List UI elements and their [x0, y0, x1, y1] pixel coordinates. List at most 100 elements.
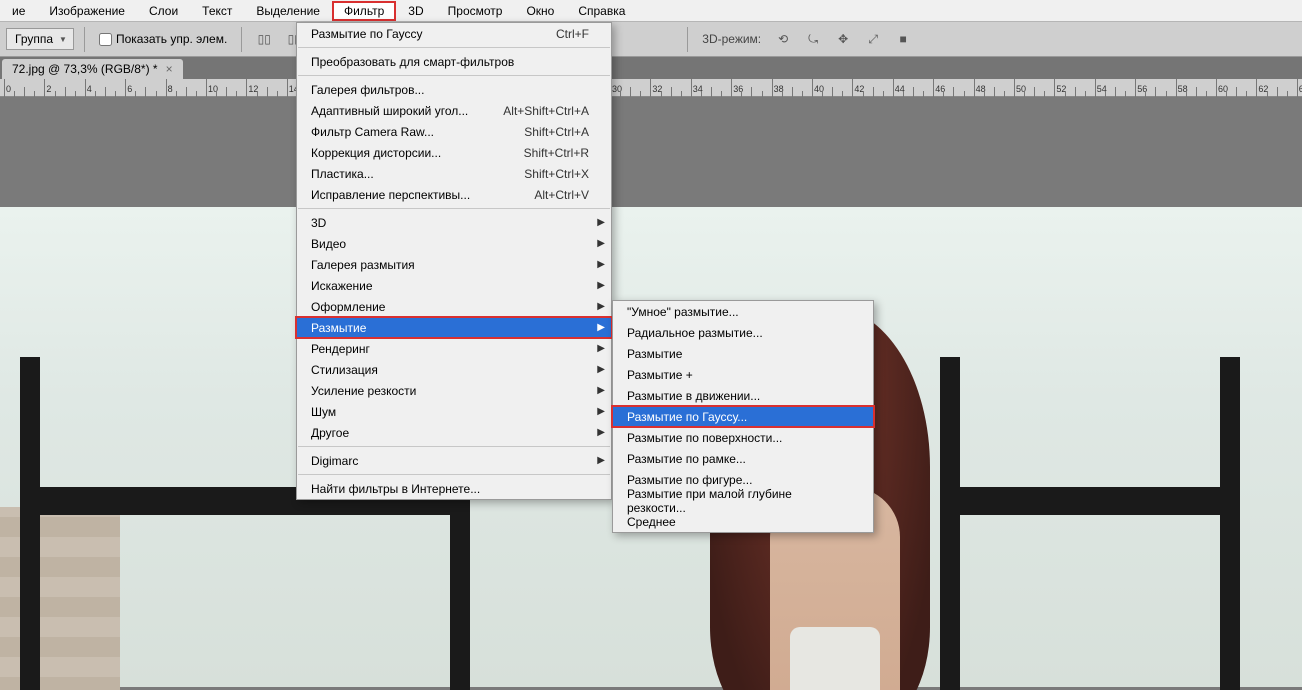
menu-item-label: Шум [311, 405, 336, 419]
submenu-item-label: Размытие в движении... [627, 389, 760, 403]
toolbar-separator [687, 27, 688, 52]
menu-view[interactable]: Просмотр [436, 1, 515, 21]
filter-menu-dropdown[interactable]: Размытие по ГауссуCtrl+F Преобразовать дл… [296, 22, 612, 500]
menu-item[interactable]: Digimarc ▶ [297, 450, 611, 471]
window-frame [20, 357, 40, 690]
menu-item[interactable]: Исправление перспективы...Alt+Ctrl+V [297, 184, 611, 205]
menu-item[interactable]: Усиление резкости ▶ [297, 380, 611, 401]
horizontal-ruler: 0246810121416182022242628303234363840424… [0, 79, 1302, 97]
submenu-item[interactable]: "Умное" размытие... [613, 301, 873, 322]
menu-item[interactable]: 3D▶ [297, 212, 611, 233]
chevron-right-icon: ▶ [597, 364, 605, 375]
menu-item[interactable]: Другое▶ [297, 422, 611, 443]
zoom-icon[interactable]: ■ [891, 27, 915, 51]
slide-icon[interactable]: ⤢ [861, 27, 885, 51]
submenu-item[interactable]: Размытие + [613, 364, 873, 385]
submenu-item-label: Размытие + [627, 368, 693, 382]
options-toolbar: Группа ▼ Показать упр. элем. ▯▯ ▯▯ ▯▯ 3D… [0, 22, 1302, 57]
menu-item-label: Искажение [311, 279, 373, 293]
roll-icon[interactable]: ⤿ [801, 27, 825, 51]
menu-item[interactable]: Преобразовать для смарт-фильтров [297, 51, 611, 72]
show-controls-checkbox[interactable]: Показать упр. элем. [95, 32, 231, 46]
menu-image[interactable]: Изображение [37, 1, 137, 21]
submenu-item[interactable]: Размытие по Гауссу... [613, 406, 873, 427]
menu-item-label: Исправление перспективы... [311, 188, 470, 202]
show-controls-label: Показать упр. элем. [116, 32, 227, 46]
menu-3d[interactable]: 3D [396, 1, 435, 21]
menu-item[interactable]: Коррекция дисторсии...Shift+Ctrl+R [297, 142, 611, 163]
window-frame [940, 357, 960, 690]
menu-item[interactable]: Оформление▶ [297, 296, 611, 317]
menu-item[interactable]: Искажение▶ [297, 275, 611, 296]
blur-submenu-dropdown[interactable]: "Умное" размытие... Радиальное размытие..… [612, 300, 874, 533]
menu-item-label: Фильтр Camera Raw... [311, 125, 434, 139]
menu-item[interactable]: Стилизация ▶ [297, 359, 611, 380]
menu-select[interactable]: Выделение [244, 1, 332, 21]
submenu-item-label: Радиальное размытие... [627, 326, 763, 340]
align-left-icon[interactable]: ▯▯ [252, 27, 276, 51]
submenu-item[interactable]: Радиальное размытие... [613, 322, 873, 343]
window-frame [1220, 357, 1240, 690]
submenu-item[interactable]: Размытие по поверхности... [613, 427, 873, 448]
ruler-number: 6 [127, 84, 132, 94]
menu-item[interactable]: Фильтр Camera Raw... Shift+Ctrl+A [297, 121, 611, 142]
menu-item[interactable]: Адаптивный широкий угол...Alt+Shift+Ctrl… [297, 100, 611, 121]
menu-window[interactable]: Окно [514, 1, 566, 21]
menu-item-shortcut: Shift+Ctrl+R [524, 146, 589, 160]
menu-item-label: Digimarc [311, 454, 358, 468]
menu-item[interactable]: Видео ▶ [297, 233, 611, 254]
menu-item-label: Преобразовать для смарт-фильтров [311, 55, 514, 69]
menu-item[interactable]: Галерея фильтров... [297, 79, 611, 100]
menu-item-label: Рендеринг [311, 342, 370, 356]
menu-item[interactable]: Найти фильтры в Интернете... [297, 478, 611, 499]
menu-item[interactable]: Размытие по ГауссуCtrl+F [297, 23, 611, 44]
submenu-item-label: Среднее [627, 515, 676, 529]
submenu-item[interactable]: Среднее [613, 511, 873, 532]
submenu-item-label: Размытие по поверхности... [627, 431, 782, 445]
submenu-item[interactable]: Размытие [613, 343, 873, 364]
document-tab-title: 72.jpg @ 73,3% (RGB/8*) * [12, 62, 158, 76]
pan-icon[interactable]: ✥ [831, 27, 855, 51]
chevron-right-icon: ▶ [597, 455, 605, 466]
menu-item-label: Галерея фильтров... [311, 83, 424, 97]
menu-item[interactable]: Галерея размытия▶ [297, 254, 611, 275]
ruler-number: 4 [87, 84, 92, 94]
menu-text[interactable]: Текст [190, 1, 244, 21]
menu-item-label: 3D [311, 216, 326, 230]
menu-item-label: Видео [311, 237, 346, 251]
toolbar-separator [241, 27, 242, 52]
toolbar-separator [84, 27, 85, 52]
submenu-item[interactable]: Размытие в движении... [613, 385, 873, 406]
menu-item-label: Стилизация [311, 363, 378, 377]
mode3d-label: 3D-режим: [698, 32, 765, 46]
chevron-right-icon: ▶ [597, 406, 605, 417]
group-dropdown[interactable]: Группа ▼ [6, 28, 74, 50]
menu-layers[interactable]: Слои [137, 1, 190, 21]
document-tab[interactable]: 72.jpg @ 73,3% (RGB/8*) * × [2, 59, 183, 79]
submenu-item[interactable]: Размытие при малой глубине резкости... [613, 490, 873, 511]
menu-item-shortcut: Shift+Ctrl+A [524, 125, 589, 139]
close-icon[interactable]: × [166, 62, 173, 76]
chevron-down-icon: ▼ [59, 35, 67, 44]
chevron-right-icon: ▶ [597, 238, 605, 249]
menu-item[interactable]: Пластика...Shift+Ctrl+X [297, 163, 611, 184]
menu-filter[interactable]: Фильтр [332, 1, 396, 21]
menu-item-label: Усиление резкости [311, 384, 416, 398]
ruler-number: 8 [168, 84, 173, 94]
chevron-right-icon: ▶ [597, 385, 605, 396]
menu-item[interactable]: Шум ▶ [297, 401, 611, 422]
submenu-item[interactable]: Размытие по рамке... [613, 448, 873, 469]
submenu-item-label: Размытие по рамке... [627, 452, 746, 466]
menu-edit[interactable]: ие [0, 1, 37, 21]
submenu-item-label: Размытие по Гауссу... [627, 410, 747, 424]
brick-wall [0, 507, 120, 690]
chevron-right-icon: ▶ [597, 322, 605, 333]
menu-item-label: Найти фильтры в Интернете... [311, 482, 480, 496]
menu-help[interactable]: Справка [566, 1, 637, 21]
show-controls-input[interactable] [99, 33, 112, 46]
menu-item[interactable]: Размытие▶ [297, 317, 611, 338]
menu-item-label: Галерея размытия [311, 258, 415, 272]
submenu-item-label: Размытие по фигуре... [627, 473, 752, 487]
orbit-icon[interactable]: ⟲ [771, 27, 795, 51]
menu-item[interactable]: Рендеринг▶ [297, 338, 611, 359]
